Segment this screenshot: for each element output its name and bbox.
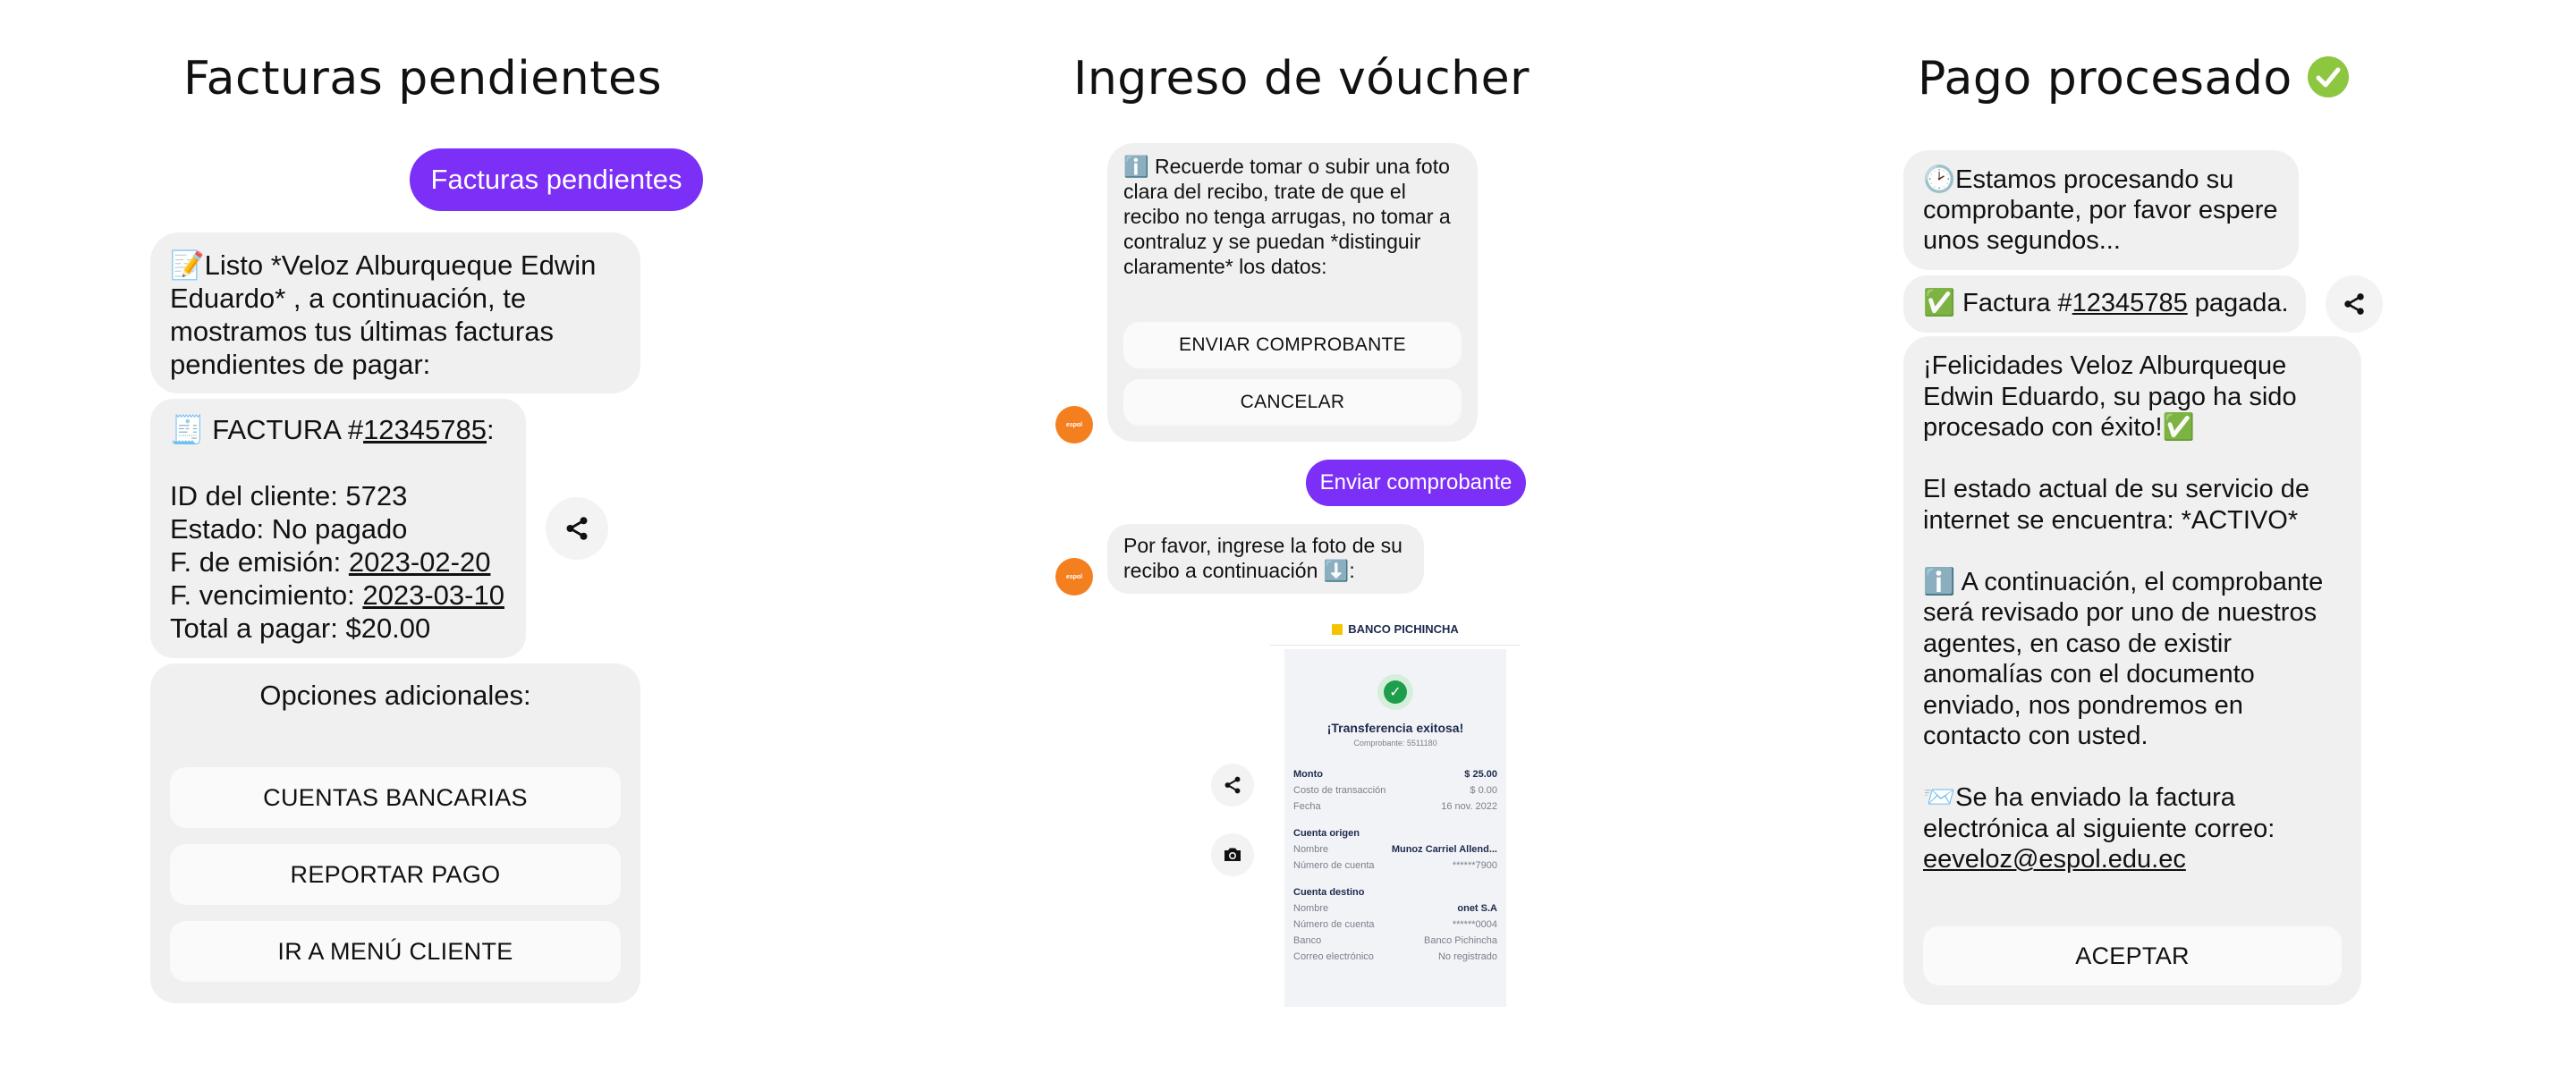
invoice-status: Estado: No pagado [170,513,408,545]
send-voucher-button[interactable]: ENVIAR COMPROBANTE [1123,322,1462,368]
receipt-headline: ¡Transferencia exitosa! [1326,721,1464,735]
receipt-row: Monto $ 25.00 [1293,769,1497,780]
success-check-icon: ✓ [1377,674,1413,710]
receipt-row: Nombre Munoz Carriel Allend... [1293,844,1497,855]
share-button-paid[interactable] [2326,275,2383,333]
panel-title-voucher: Ingreso de vóucher [1073,52,1530,106]
bot-message-congrats: ¡Felicidades Veloz Alburqueque Edwin Edu… [1903,336,2361,1005]
issue-date: 2023-02-20 [348,546,491,578]
receipt-icon: 🧾 [170,414,205,445]
dest-title: Cuenta destino [1293,887,1365,898]
receipt-row: Costo de transacción $ 0.00 [1293,785,1497,796]
bank-header: BANCO PICHINCHA [1270,613,1521,646]
origin-title: Cuenta origen [1293,828,1360,839]
cancel-button[interactable]: CANCELAR [1123,379,1462,426]
bot-avatar: espol [1055,558,1093,596]
bot-avatar: espol [1055,406,1093,444]
info-icon: ℹ️ [1923,567,1956,596]
client-menu-button[interactable]: IR A MENÚ CLIENTE [170,921,621,982]
panel-title-pending: Facturas pendientes [183,52,663,106]
receipt-body: ✓ ¡Transferencia exitosa! Comprobante: 5… [1284,649,1506,1007]
voucher-number: Comprobante: 5511180 [1353,739,1437,748]
share-button-receipt[interactable] [1211,764,1254,807]
check-icon [2307,56,2349,97]
check-mark-icon: ✅ [1923,289,1956,317]
paid-invoice-number: 12345785 [2072,289,2188,317]
bot-message-intro: 📝Listo *Veloz Alburqueque Edwin Eduardo*… [150,232,640,393]
note-icon: 📝 [170,249,205,281]
bot-message-prompt: Por favor, ingrese la foto de su recibo … [1107,524,1424,594]
arrow-down-icon: ⬇️ [1323,559,1350,582]
due-date: 2023-03-10 [362,579,504,611]
bank-logo-icon [1332,623,1343,635]
email-link[interactable]: eeveloz@espol.edu.ec [1923,845,2186,874]
receipt-image: BANCO PICHINCHA ✓ ¡Transferencia exitosa… [1270,613,1521,1007]
user-message-send: Enviar comprobante [1306,460,1526,506]
receipt-row: Número de cuenta ******7900 [1293,860,1497,871]
receipt-row: Fecha 16 nov. 2022 [1293,801,1497,812]
bot-message-paid: ✅ Factura #12345785 pagada. [1903,275,2306,333]
share-icon [1224,776,1241,794]
receipt-row: Nombre onet S.A [1293,903,1497,914]
options-title: Opciones adicionales: [259,680,531,711]
bot-message-info: ℹ️ Recuerde tomar o subir una foto clara… [1107,143,1478,442]
bot-message-processing: 🕑Estamos procesando su comprobante, por … [1903,150,2299,270]
panel-title-processed: Pago procesado [1918,52,2349,106]
service-status: El estado actual de su servicio de inter… [1923,475,2318,535]
share-icon [2344,293,2364,315]
info-icon: ℹ️ [1123,155,1149,178]
check-mark-icon: ✅ [2162,413,2195,442]
client-id: ID del cliente: 5723 [170,480,408,511]
bot-message-invoice: 🧾 FACTURA #12345785: ID del cliente: 572… [150,399,526,658]
invoice-number: 12345785 [363,414,487,445]
share-button-invoice[interactable] [546,497,608,560]
congrats-text: ¡Felicidades Veloz Alburqueque Edwin Edu… [1923,351,2304,442]
receipt-row: Banco Banco Pichincha [1293,935,1497,946]
invoice-total: Total a pagar: $20.00 [170,613,431,644]
camera-button[interactable] [1211,833,1254,876]
user-message-pending: Facturas pendientes [410,148,703,211]
report-payment-button[interactable]: REPORTAR PAGO [170,844,621,905]
accept-button[interactable]: ACEPTAR [1923,926,2342,985]
bank-accounts-button[interactable]: CUENTAS BANCARIAS [170,767,621,828]
clock-icon: 🕑 [1923,165,1956,194]
options-card: Opciones adicionales: CUENTAS BANCARIAS … [150,663,640,1003]
receipt-row: Correo electrónico No registrado [1293,951,1497,962]
share-icon [566,517,588,540]
receipt-row: Número de cuenta ******0004 [1293,919,1497,930]
mail-icon: 📨 [1923,783,1956,812]
camera-icon [1224,848,1241,861]
